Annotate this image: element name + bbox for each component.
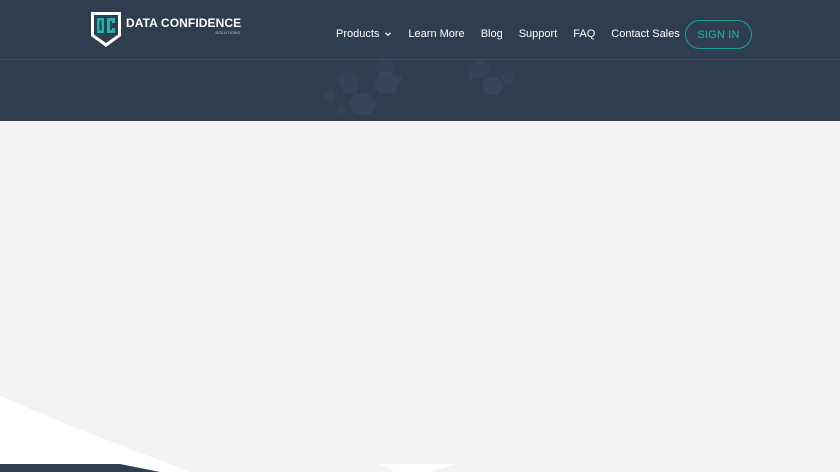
site-header: DATA CONFIDENCE SOLUTIONS Products Learn… <box>0 0 840 121</box>
nav-item-contact-sales[interactable]: Contact Sales <box>611 27 679 41</box>
nav-item-label: Blog <box>480 28 503 40</box>
sign-in-button[interactable]: SIGN IN <box>685 20 752 49</box>
nav-item-faq[interactable]: FAQ <box>573 27 595 41</box>
nav-item-learn-more[interactable]: Learn More <box>408 27 464 41</box>
nav-item-products[interactable]: Products <box>336 27 392 41</box>
brand-logo[interactable]: DATA CONFIDENCE SOLUTIONS <box>90 11 241 48</box>
nav-item-label: Learn More <box>408 28 465 40</box>
nav-item-label: Support <box>518 28 558 40</box>
brand-name: DATA CONFIDENCE <box>126 16 242 30</box>
nav-item-support[interactable]: Support <box>519 27 558 41</box>
nav-item-label: Products <box>336 28 380 40</box>
nav-item-label: FAQ <box>573 28 596 40</box>
dc-shield-logo-icon <box>91 12 121 47</box>
page: DATA CONFIDENCE SOLUTIONS Products Learn… <box>0 0 840 472</box>
bottom-wave-decoration <box>0 396 455 472</box>
nav-item-label: Contact Sales <box>611 28 680 40</box>
chevron-down-icon <box>385 32 392 37</box>
brand-text: DATA CONFIDENCE SOLUTIONS <box>126 16 242 36</box>
nav-item-blog[interactable]: Blog <box>481 27 503 41</box>
brand-tagline: SOLUTIONS <box>215 30 241 35</box>
header-divider <box>0 59 840 60</box>
main-nav: Products Learn More Blog Support FAQ Con… <box>336 27 680 41</box>
